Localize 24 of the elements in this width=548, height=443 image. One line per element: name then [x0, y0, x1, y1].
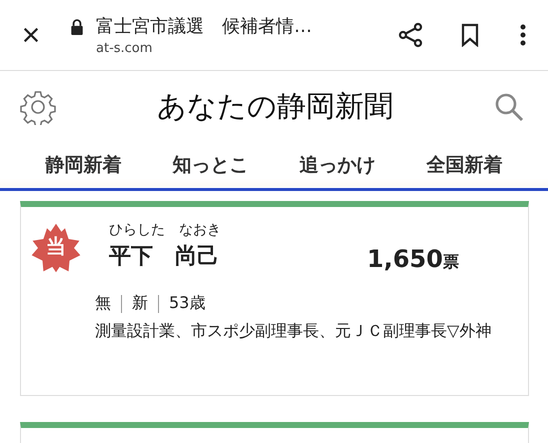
- search-icon[interactable]: [494, 92, 524, 122]
- page-title: 富士宮市議選 候補者情…: [96, 15, 313, 38]
- candidate-attribute: 新: [132, 293, 148, 314]
- settings-icon[interactable]: [20, 89, 56, 125]
- url-text: at-s.com: [96, 41, 154, 56]
- vote-count: 1,650: [367, 245, 443, 273]
- candidate-name: 平下 尚己: [109, 243, 220, 271]
- elected-mark: 当: [45, 233, 67, 260]
- nav-tab[interactable]: 静岡新着: [42, 150, 126, 180]
- nav-tab[interactable]: 知っとこ: [168, 150, 252, 180]
- candidate-attribute: 53歳: [169, 293, 206, 314]
- vote-unit: 票: [442, 252, 459, 273]
- more-icon[interactable]: [520, 23, 526, 47]
- site-title: あなたの静岡新聞: [156, 88, 394, 125]
- bookmark-icon[interactable]: [460, 23, 480, 47]
- flower-badge-icon: [29, 221, 83, 275]
- close-icon[interactable]: [22, 26, 40, 44]
- nav-tab[interactable]: 全国新着: [422, 150, 506, 180]
- name-reading: ひらした なおき: [109, 221, 222, 239]
- nav-tab[interactable]: 追っかけ: [296, 150, 380, 180]
- lock-icon: [70, 19, 84, 35]
- share-icon[interactable]: [398, 22, 424, 48]
- candidate-description: 測量設計業、市スポ少副理事長、元ＪＣ副理事長▽外神: [95, 320, 492, 342]
- candidate-attribute: 無: [95, 293, 111, 314]
